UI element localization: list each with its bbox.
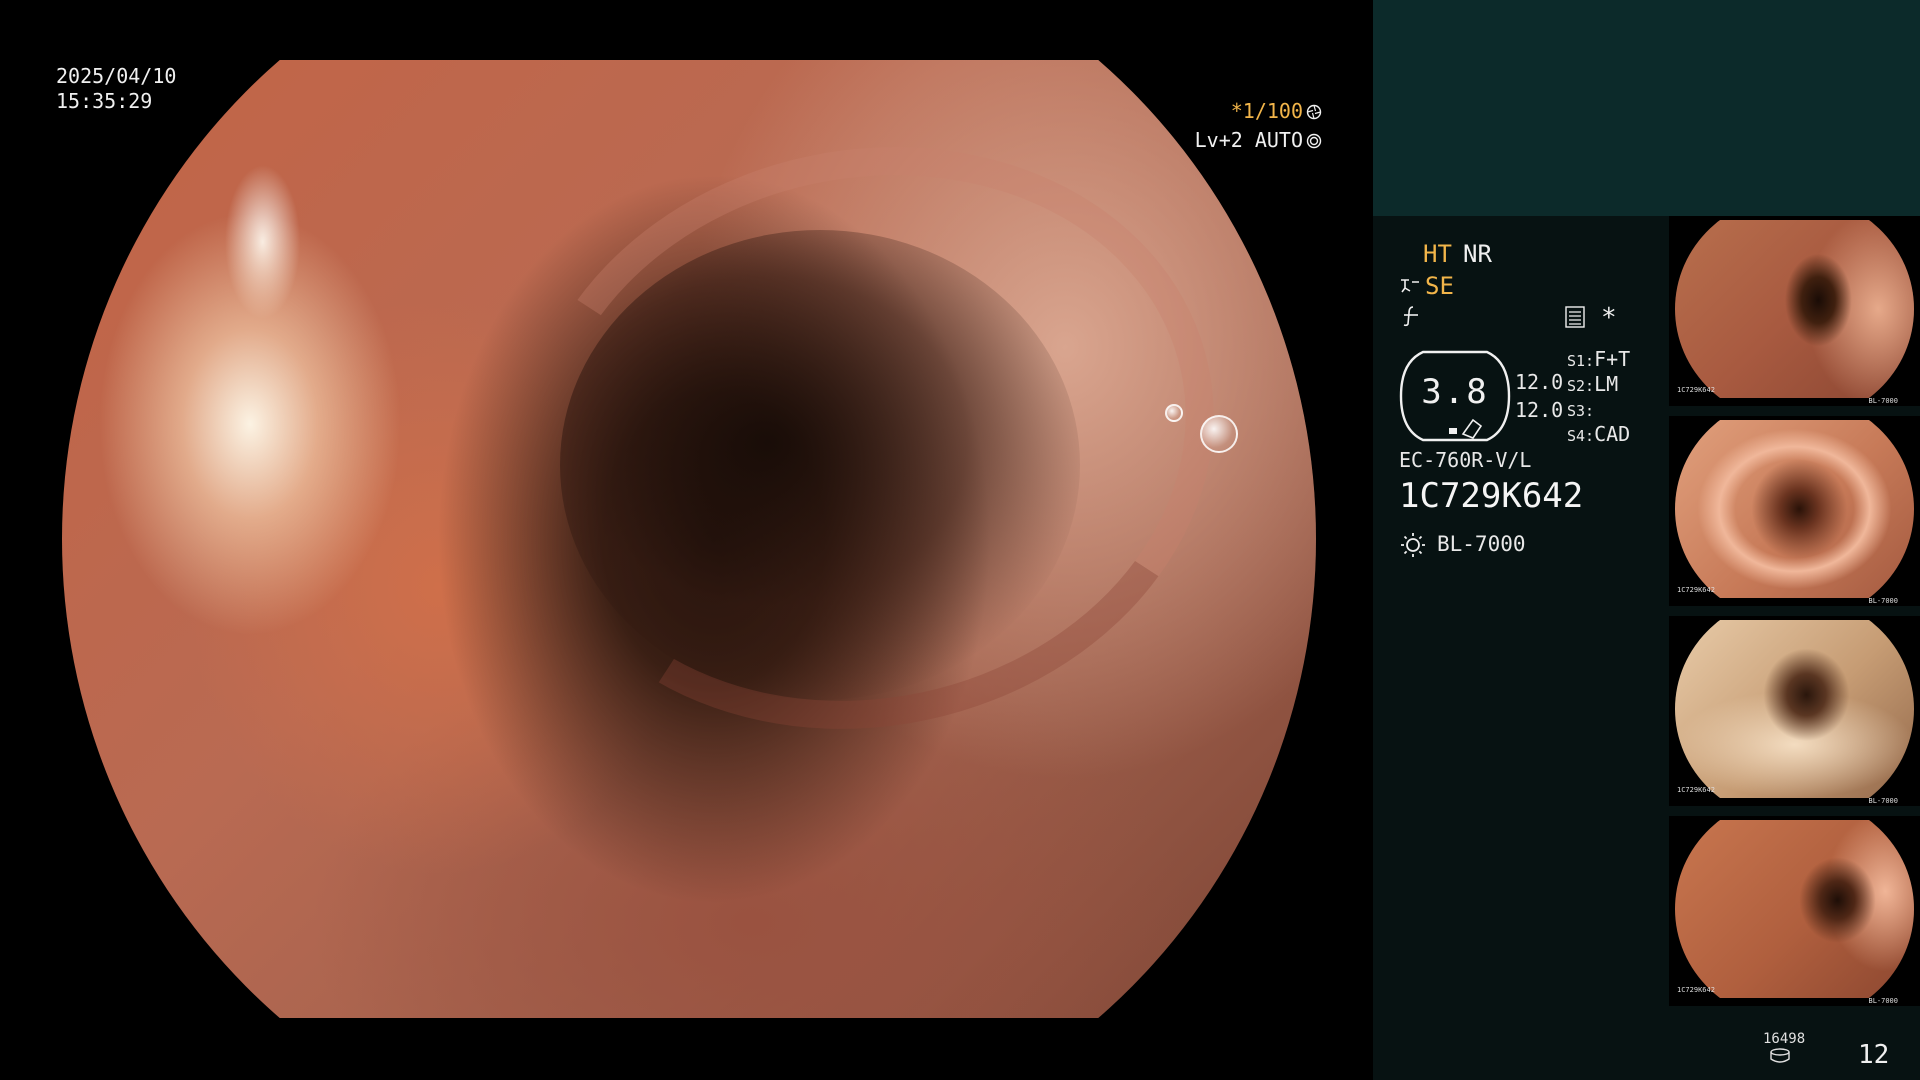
endoscope-main-view: 2025/04/10 15:35:29 *1/100 Lv+2 AUTO bbox=[0, 0, 1373, 1080]
exam-time: 15:35:29 bbox=[56, 89, 153, 113]
captured-image-count: 12 bbox=[1858, 1040, 1890, 1070]
storage-drive-icon bbox=[1770, 1048, 1790, 1063]
shutter-speed: *1/100 bbox=[1231, 98, 1322, 124]
zoom-value: 3.8 bbox=[1421, 372, 1489, 412]
endoscope-live-image bbox=[62, 60, 1316, 1018]
brightness-level: Lv+2 AUTO bbox=[1195, 127, 1322, 153]
freeze-indicator: * bbox=[1601, 303, 1617, 333]
auto-iris-icon bbox=[1306, 133, 1322, 149]
hue-tone-indicator: HT bbox=[1423, 240, 1452, 268]
setting-value-1: 12.0 bbox=[1515, 370, 1564, 394]
exposure-settings: *1/100 Lv+2 AUTO bbox=[1122, 0, 1322, 160]
setting-value-2: 12.0 bbox=[1515, 398, 1564, 422]
captured-thumbnail-2[interactable]: 1C729K642 BL-7000 bbox=[1669, 416, 1920, 606]
captured-thumbnail-1[interactable]: 1C729K642 BL-7000 bbox=[1669, 216, 1920, 406]
structure-enhance-indicator: SE bbox=[1425, 272, 1454, 300]
thumbnail-serial: 1C729K642 bbox=[1677, 786, 1715, 794]
switch-1-assignment: S1:F+T bbox=[1567, 347, 1631, 371]
switch-4-assignment: S4:CAD bbox=[1567, 422, 1631, 446]
thumbnail-lamp: BL-7000 bbox=[1868, 597, 1898, 605]
thumbnail-lamp: BL-7000 bbox=[1868, 397, 1898, 405]
captured-thumbnail-3[interactable]: 1C729K642 BL-7000 bbox=[1669, 616, 1920, 806]
settings-list-icon bbox=[1565, 306, 1585, 328]
structure-enhance-icon bbox=[1401, 279, 1419, 293]
thumbnail-image bbox=[1675, 620, 1914, 798]
aperture-icon bbox=[1306, 104, 1322, 120]
sun-icon bbox=[1401, 533, 1425, 557]
air-bubble bbox=[1165, 404, 1183, 422]
switch-2-assignment: S2:LM bbox=[1567, 372, 1619, 396]
captured-thumbnail-4[interactable]: 1C729K642 BL-7000 bbox=[1669, 816, 1920, 1006]
thumbnail-lamp: BL-7000 bbox=[1868, 797, 1898, 805]
storage-remaining-count: 16498 bbox=[1763, 1031, 1806, 1047]
scope-model: EC-760R-V/L bbox=[1399, 448, 1532, 472]
exam-date: 2025/04/10 bbox=[56, 64, 177, 88]
thumbnail-lamp: BL-7000 bbox=[1868, 997, 1898, 1005]
switch-3-assignment: S3: bbox=[1567, 402, 1595, 420]
light-source-model: BL-7000 bbox=[1437, 532, 1526, 556]
thumbnail-image bbox=[1675, 820, 1914, 998]
thumbnail-image bbox=[1675, 220, 1914, 398]
noise-reduction-indicator: NR bbox=[1463, 240, 1492, 268]
no-filter-icon bbox=[1403, 306, 1418, 327]
thumbnail-image bbox=[1675, 420, 1914, 598]
air-bubble bbox=[1200, 415, 1238, 453]
status-side-panel: HT NR SE * 3.8 12.0 12.0 S1:F+T S2:LM S3… bbox=[1373, 0, 1920, 1080]
thumbnail-serial: 1C729K642 bbox=[1677, 586, 1715, 594]
thumbnail-serial: 1C729K642 bbox=[1677, 386, 1715, 394]
panel-header-area bbox=[1373, 0, 1920, 216]
scope-serial-number: 1C729K642 bbox=[1399, 476, 1584, 516]
thumbnail-serial: 1C729K642 bbox=[1677, 986, 1715, 994]
